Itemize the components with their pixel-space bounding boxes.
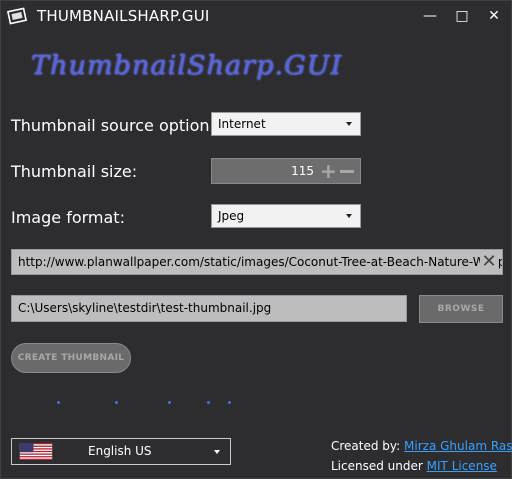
source-option-label: Thumbnail source option: — [11, 116, 215, 135]
image-format-dropdown[interactable]: Jpeg — [211, 204, 361, 228]
output-path-input[interactable]: C:\Users\skyline\testdir\test-thumbnail.… — [11, 295, 407, 322]
title-bar[interactable]: THUMBNAILSHARP.GUI — □ ✕ — [1, 1, 511, 31]
output-path-value: C:\Users\skyline\testdir\test-thumbnail.… — [18, 301, 272, 315]
thumbnail-size-value: 115 — [291, 164, 314, 178]
source-url-value: http://www.planwallpaper.com/static/imag… — [18, 255, 503, 269]
source-url-input[interactable]: http://www.planwallpaper.com/static/imag… — [11, 249, 503, 275]
source-option-value: Internet — [218, 117, 266, 131]
language-dropdown[interactable]: English US — [11, 438, 231, 465]
author-link[interactable]: Mirza Ghulam Rasyid — [404, 439, 512, 453]
language-value: English US — [88, 444, 152, 458]
created-by-line: Created by: Mirza Ghulam Rasyid — [331, 439, 512, 453]
licensed-under-label: Licensed under — [331, 459, 423, 473]
chevron-down-icon — [346, 214, 352, 218]
thumbnail-size-stepper[interactable]: 115 + — [211, 158, 361, 184]
app-logo: ThumbnailSharp.GUI — [31, 51, 343, 81]
chevron-down-icon — [346, 122, 352, 126]
source-option-dropdown[interactable]: Internet — [211, 112, 361, 136]
close-button[interactable]: ✕ — [479, 4, 509, 28]
maximize-button[interactable]: □ — [447, 4, 477, 28]
progress-dot — [115, 401, 118, 404]
window-title: THUMBNAILSHARP.GUI — [37, 7, 210, 25]
main-window: THUMBNAILSHARP.GUI — □ ✕ ThumbnailSharp.… — [0, 0, 512, 479]
progress-dot — [207, 401, 210, 404]
progress-dot — [168, 401, 171, 404]
us-flag-icon — [19, 443, 53, 460]
clear-icon[interactable]: ✕ — [480, 250, 498, 274]
browse-button[interactable]: BROWSE — [419, 295, 503, 323]
plus-icon[interactable]: + — [320, 161, 337, 181]
create-thumbnail-button[interactable]: CREATE THUMBNAIL — [11, 343, 131, 373]
chevron-down-icon — [214, 450, 220, 454]
image-format-value: Jpeg — [218, 209, 245, 223]
created-by-label: Created by: — [331, 439, 401, 453]
minus-icon[interactable] — [339, 162, 355, 180]
license-link[interactable]: MIT License — [427, 459, 497, 473]
progress-dot — [228, 401, 231, 404]
progress-dot — [57, 401, 60, 404]
thumbnail-size-label: Thumbnail size: — [11, 162, 138, 181]
image-format-label: Image format: — [11, 208, 125, 227]
minimize-button[interactable]: — — [415, 4, 445, 28]
app-icon — [7, 7, 27, 25]
license-line: Licensed under MIT License — [331, 459, 497, 473]
